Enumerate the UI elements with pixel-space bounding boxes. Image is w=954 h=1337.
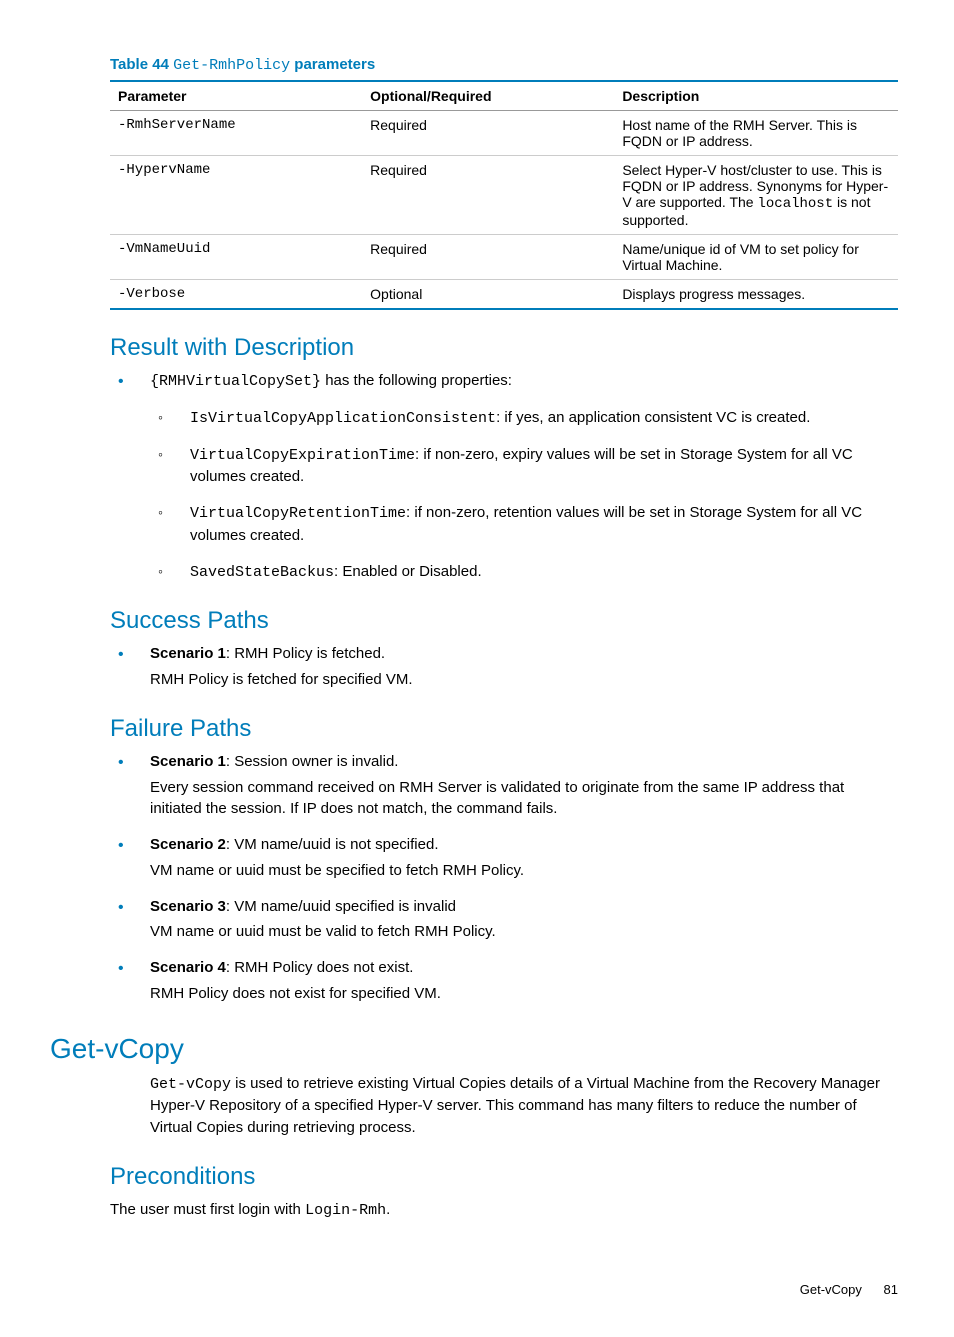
th-parameter: Parameter bbox=[110, 81, 362, 111]
result-intro-rest: has the following properties: bbox=[321, 372, 512, 389]
precond-code: Login-Rmh bbox=[305, 1202, 386, 1219]
scenario-item: Scenario 1: Session owner is invalid.Eve… bbox=[110, 751, 898, 820]
table-caption-code: Get-RmhPolicy bbox=[173, 57, 290, 74]
scenario-item: Scenario 2: VM name/uuid is not specifie… bbox=[110, 834, 898, 882]
parameters-table: Parameter Optional/Required Description … bbox=[110, 80, 898, 310]
page-footer: Get-vCopy 81 bbox=[110, 1282, 898, 1297]
param-name: -HypervName bbox=[110, 156, 362, 235]
table-row: -VmNameUuidRequiredName/unique id of VM … bbox=[110, 235, 898, 280]
footer-title: Get-vCopy bbox=[800, 1282, 862, 1297]
heading-result: Result with Description bbox=[110, 334, 898, 362]
scenario-item: Scenario 1: RMH Policy is fetched.RMH Po… bbox=[110, 643, 898, 691]
param-description: Name/unique id of VM to set policy for V… bbox=[614, 235, 898, 280]
result-property-item: VirtualCopyExpirationTime: if non-zero, … bbox=[150, 444, 898, 489]
table-caption-suffix: parameters bbox=[290, 56, 375, 73]
table-row: -RmhServerNameRequiredHost name of the R… bbox=[110, 111, 898, 156]
get-vcopy-description: Get-vCopy is used to retrieve existing V… bbox=[150, 1073, 898, 1139]
result-property-item: VirtualCopyRetentionTime: if non-zero, r… bbox=[150, 502, 898, 547]
preconditions-text: The user must first login with Login-Rmh… bbox=[110, 1199, 898, 1222]
scenario-item: Scenario 3: VM name/uuid specified is in… bbox=[110, 896, 898, 944]
heading-success: Success Paths bbox=[110, 607, 898, 635]
heading-get-vcopy: Get-vCopy bbox=[50, 1033, 898, 1065]
param-description: Host name of the RMH Server. This is FQD… bbox=[614, 111, 898, 156]
result-intro-code: {RMHVirtualCopySet} bbox=[150, 373, 321, 390]
failure-list: Scenario 1: Session owner is invalid.Eve… bbox=[110, 751, 898, 1005]
precond-pre: The user must first login with bbox=[110, 1201, 305, 1218]
th-optional-required: Optional/Required bbox=[362, 81, 614, 111]
scenario-item: Scenario 4: RMH Policy does not exist.RM… bbox=[110, 957, 898, 1005]
result-intro-item: {RMHVirtualCopySet} has the following pr… bbox=[110, 370, 898, 583]
heading-preconditions: Preconditions bbox=[110, 1163, 898, 1191]
th-description: Description bbox=[614, 81, 898, 111]
param-name: -VmNameUuid bbox=[110, 235, 362, 280]
param-required: Required bbox=[362, 111, 614, 156]
result-property-item: IsVirtualCopyApplicationConsistent: if y… bbox=[150, 407, 898, 430]
success-list: Scenario 1: RMH Policy is fetched.RMH Po… bbox=[110, 643, 898, 691]
result-properties-list: IsVirtualCopyApplicationConsistent: if y… bbox=[150, 407, 898, 584]
page-body: Table 44 Get-RmhPolicy parameters Parame… bbox=[0, 0, 954, 1337]
footer-page-number: 81 bbox=[884, 1282, 898, 1297]
param-description: Displays progress messages. bbox=[614, 280, 898, 310]
result-property-item: SavedStateBackus: Enabled or Disabled. bbox=[150, 561, 898, 584]
heading-failure: Failure Paths bbox=[110, 715, 898, 743]
param-name: -Verbose bbox=[110, 280, 362, 310]
table-caption-prefix: Table 44 bbox=[110, 56, 173, 73]
param-name: -RmhServerName bbox=[110, 111, 362, 156]
table-row: -VerboseOptionalDisplays progress messag… bbox=[110, 280, 898, 310]
table-row: -HypervNameRequiredSelect Hyper-V host/c… bbox=[110, 156, 898, 235]
param-required: Required bbox=[362, 235, 614, 280]
param-required: Required bbox=[362, 156, 614, 235]
get-vcopy-rest: is used to retrieve existing Virtual Cop… bbox=[150, 1075, 880, 1137]
param-required: Optional bbox=[362, 280, 614, 310]
param-description: Select Hyper-V host/cluster to use. This… bbox=[614, 156, 898, 235]
result-list: {RMHVirtualCopySet} has the following pr… bbox=[110, 370, 898, 583]
table-caption: Table 44 Get-RmhPolicy parameters bbox=[110, 56, 898, 74]
precond-post: . bbox=[386, 1201, 390, 1218]
get-vcopy-code: Get-vCopy bbox=[150, 1076, 231, 1093]
